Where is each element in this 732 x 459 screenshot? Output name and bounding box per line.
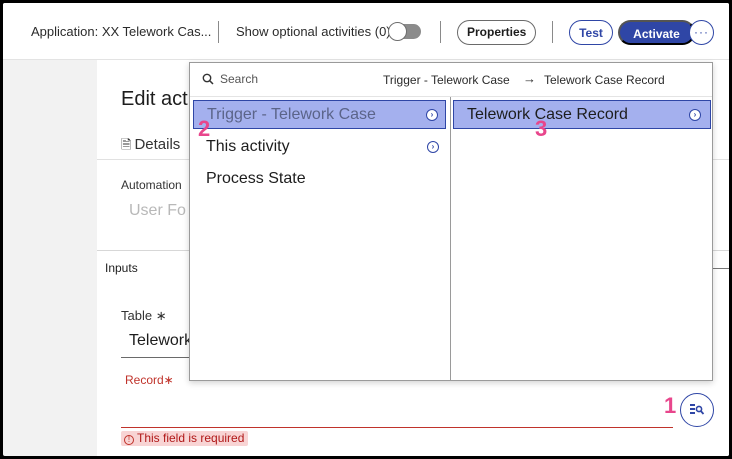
record-label: Record∗ bbox=[125, 373, 174, 387]
arrow-right-icon: → bbox=[523, 71, 536, 86]
list-item-label: Process State bbox=[206, 170, 306, 187]
app-window: Application: XX Telework Cas... Show opt… bbox=[3, 3, 729, 456]
chevron-right-icon[interactable]: › bbox=[427, 141, 439, 153]
annotation-step-1: 1 bbox=[664, 393, 677, 418]
list-item-telework-case-record[interactable]: Telework Case Record › bbox=[453, 100, 711, 129]
toggle-knob bbox=[388, 22, 407, 41]
optional-activities-toggle[interactable] bbox=[388, 22, 421, 41]
divider bbox=[712, 268, 729, 269]
column-divider bbox=[450, 97, 451, 381]
search-input[interactable] bbox=[220, 72, 370, 86]
data-pill-picker-popover: Trigger - Telework Case → Telework Case … bbox=[189, 62, 713, 381]
list-item-label: This activity bbox=[206, 138, 290, 155]
error-message: ! This field is required bbox=[121, 431, 249, 446]
table-label: Table ∗ bbox=[121, 308, 167, 323]
more-options-button[interactable]: ··· bbox=[689, 20, 714, 45]
test-button[interactable]: Test bbox=[569, 20, 613, 45]
list-item-this-activity[interactable]: This activity › bbox=[193, 133, 446, 162]
breadcrumb-item[interactable]: Telework Case Record bbox=[544, 73, 665, 87]
optional-activities-label: Show optional activities (0) bbox=[236, 24, 391, 39]
data-pill-picker-icon bbox=[690, 404, 705, 415]
divider bbox=[552, 21, 553, 43]
panel-title: Edit act bbox=[121, 88, 188, 110]
error-icon: ! bbox=[124, 435, 134, 445]
document-icon: 🗎 bbox=[121, 137, 132, 152]
annotation-step-2: 2 bbox=[198, 116, 211, 141]
chevron-right-icon[interactable]: › bbox=[426, 109, 438, 121]
tab-details-label: Details bbox=[134, 136, 181, 153]
tab-details[interactable]: 🗎 Details bbox=[121, 136, 180, 158]
popover-search-bar: Trigger - Telework Case → Telework Case … bbox=[190, 63, 712, 97]
annotation-step-3: 3 bbox=[535, 116, 548, 141]
properties-button[interactable]: Properties bbox=[457, 20, 537, 45]
list-item-label: Telework Case Record bbox=[467, 106, 628, 123]
list-item-process-state[interactable]: Process State bbox=[193, 165, 446, 194]
divider bbox=[440, 21, 441, 43]
breadcrumb-item[interactable]: Trigger - Telework Case bbox=[383, 73, 510, 87]
divider bbox=[218, 21, 219, 43]
list-item-label: Trigger - Telework Case bbox=[207, 106, 376, 123]
inputs-section-label: Inputs bbox=[105, 261, 138, 275]
record-field[interactable] bbox=[121, 390, 673, 428]
automation-label: Automation bbox=[121, 178, 182, 192]
search-icon bbox=[202, 73, 214, 85]
error-text: This field is required bbox=[137, 431, 245, 445]
app-title[interactable]: Application: XX Telework Cas... bbox=[31, 24, 211, 39]
activate-button[interactable]: Activate bbox=[618, 20, 695, 45]
list-item-trigger-telework-case[interactable]: Trigger - Telework Case › bbox=[193, 100, 446, 129]
chevron-right-icon[interactable]: › bbox=[689, 109, 701, 121]
data-pill-picker-button[interactable] bbox=[680, 393, 714, 427]
top-bar: Application: XX Telework Cas... Show opt… bbox=[3, 3, 729, 60]
